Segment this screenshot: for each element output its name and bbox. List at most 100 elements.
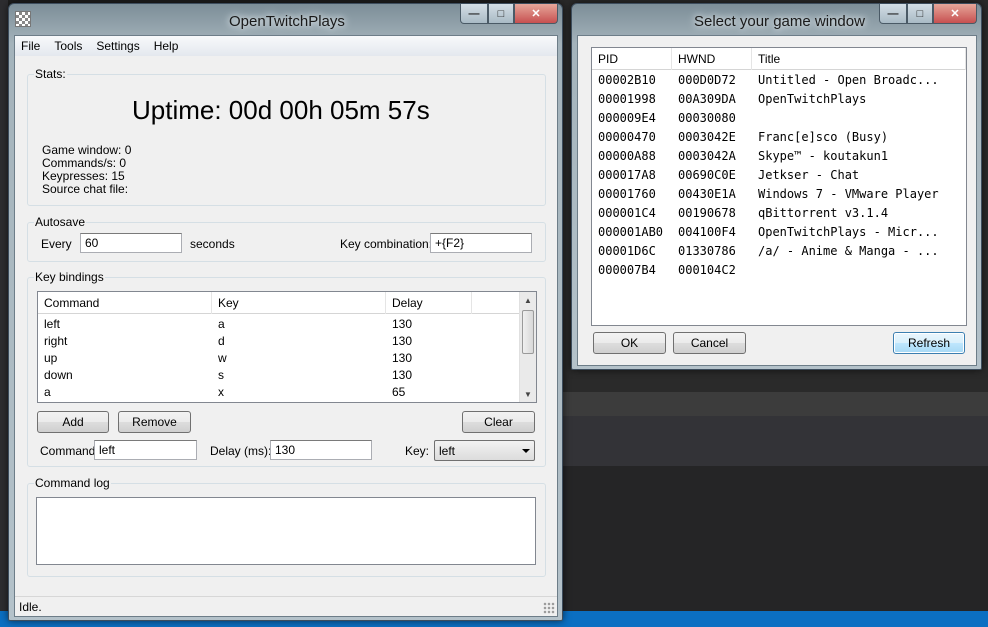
cancel-button[interactable]: Cancel bbox=[673, 332, 746, 354]
every-label: Every bbox=[41, 237, 72, 251]
column-pid[interactable]: PID bbox=[592, 48, 672, 70]
window-row[interactable]: 00001D6C 01330786 /a/ - Anime & Manga - … bbox=[592, 243, 966, 262]
binding-command: down bbox=[44, 368, 73, 382]
app-icon[interactable] bbox=[15, 11, 31, 27]
window-title: qBittorrent v3.1.4 bbox=[758, 206, 889, 220]
refresh-button[interactable]: Refresh bbox=[893, 332, 965, 354]
command-field[interactable]: left bbox=[94, 440, 197, 460]
binding-key: x bbox=[218, 385, 224, 399]
commands-per-sec-stat: Commands/s: 0 bbox=[42, 156, 127, 170]
window-pid: 00001760 bbox=[598, 187, 656, 201]
scroll-thumb[interactable] bbox=[522, 310, 534, 354]
column-filler bbox=[472, 292, 520, 314]
minimize-button[interactable]: — bbox=[879, 4, 907, 24]
key-bindings-scrollbar[interactable]: ▲ ▼ bbox=[519, 292, 536, 402]
window-pid: 000017A8 bbox=[598, 168, 656, 182]
binding-key: d bbox=[218, 334, 225, 348]
autosave-interval-field[interactable]: 60 bbox=[80, 233, 182, 253]
window-title: Untitled - Open Broadc... bbox=[758, 73, 939, 87]
window-hwnd: 00190678 bbox=[678, 206, 736, 220]
menu-tools[interactable]: Tools bbox=[54, 39, 82, 53]
key-bindings-header: Command Key Delay bbox=[38, 292, 520, 314]
binding-key: a bbox=[218, 317, 225, 331]
key-field-label: Key: bbox=[405, 444, 430, 458]
window-row[interactable]: 000001AB0 004100F4 OpenTwitchPlays - Mic… bbox=[592, 224, 966, 243]
window-hwnd: 00030080 bbox=[678, 111, 736, 125]
column-title[interactable]: Title bbox=[752, 48, 966, 70]
window-row[interactable]: 00001760 00430E1A Windows 7 - VMware Pla… bbox=[592, 186, 966, 205]
window-title: Skype™ - koutakun1 bbox=[758, 149, 889, 163]
window-hwnd: 00430E1A bbox=[678, 187, 736, 201]
key-select[interactable]: left bbox=[434, 440, 535, 461]
window-title: OpenTwitchPlays - Micr... bbox=[758, 225, 939, 239]
desktop-left-strip bbox=[0, 0, 8, 627]
key-bindings-label: Key bindings bbox=[34, 270, 105, 284]
remove-binding-button[interactable]: Remove bbox=[118, 411, 191, 433]
command-log-textarea[interactable] bbox=[36, 497, 536, 565]
binding-key: s bbox=[218, 368, 224, 382]
window-row[interactable]: 000001C4 00190678 qBittorrent v3.1.4 bbox=[592, 205, 966, 224]
binding-command: a bbox=[44, 385, 51, 399]
window-row[interactable]: 00000470 0003042E Franc[e]sco (Busy) bbox=[592, 129, 966, 148]
binding-row[interactable]: a x 65 bbox=[38, 384, 472, 401]
scroll-down-arrow-icon[interactable]: ▼ bbox=[520, 386, 536, 402]
key-combination-field[interactable]: +{F2} bbox=[430, 233, 532, 253]
key-bindings-group: Key bindings Command Key Delay left a 13… bbox=[27, 270, 546, 467]
window-pid: 000009E4 bbox=[598, 111, 656, 125]
binding-delay: 130 bbox=[392, 334, 413, 348]
menu-file[interactable]: File bbox=[21, 39, 40, 53]
select-titlebar[interactable]: Select your game window — □ ✕ bbox=[572, 4, 981, 34]
binding-row[interactable]: up w 130 bbox=[38, 350, 472, 367]
column-command[interactable]: Command bbox=[38, 292, 212, 314]
status-text: Idle. bbox=[19, 600, 42, 614]
window-pid: 00002B10 bbox=[598, 73, 656, 87]
column-key[interactable]: Key bbox=[212, 292, 386, 314]
uptime-display: Uptime: 00d 00h 05m 57s bbox=[132, 95, 430, 125]
window-hwnd: 004100F4 bbox=[678, 225, 736, 239]
window-row[interactable]: 000009E4 00030080 bbox=[592, 110, 966, 129]
binding-key: w bbox=[218, 351, 227, 365]
window-row[interactable]: 000017A8 00690C0E Jetkser - Chat bbox=[592, 167, 966, 186]
menu-bar: File Tools Settings Help bbox=[15, 36, 557, 56]
window-hwnd: 0003042A bbox=[678, 149, 736, 163]
key-bindings-list[interactable]: Command Key Delay left a 130 right d 130… bbox=[37, 291, 537, 403]
command-field-label: Command: bbox=[40, 444, 99, 458]
window-title bbox=[752, 262, 966, 281]
delay-field-label: Delay (ms): bbox=[210, 444, 272, 458]
binding-row[interactable]: down s 130 bbox=[38, 367, 472, 384]
clear-bindings-button[interactable]: Clear bbox=[462, 411, 535, 433]
windows-list[interactable]: PID HWND Title 00002B10 000D0D72 Untitle… bbox=[591, 47, 967, 326]
delay-field[interactable]: 130 bbox=[270, 440, 372, 460]
menu-help[interactable]: Help bbox=[154, 39, 179, 53]
window-row[interactable]: 00002B10 000D0D72 Untitled - Open Broadc… bbox=[592, 72, 966, 91]
window-row[interactable]: 00001998 00A309DA OpenTwitchPlays bbox=[592, 91, 966, 110]
menu-settings[interactable]: Settings bbox=[96, 39, 139, 53]
window-title: Windows 7 - VMware Player bbox=[758, 187, 939, 201]
binding-delay: 130 bbox=[392, 351, 413, 365]
game-window-stat: Game window: 0 bbox=[42, 143, 132, 157]
scroll-up-arrow-icon[interactable]: ▲ bbox=[520, 292, 536, 308]
ok-button[interactable]: OK bbox=[593, 332, 666, 354]
add-binding-button[interactable]: Add bbox=[37, 411, 109, 433]
resize-grip-icon[interactable] bbox=[543, 602, 555, 614]
stats-label: Stats: bbox=[34, 67, 67, 81]
window-pid: 00000A88 bbox=[598, 149, 656, 163]
close-button[interactable]: ✕ bbox=[933, 4, 977, 24]
close-button[interactable]: ✕ bbox=[514, 4, 558, 24]
column-delay[interactable]: Delay bbox=[386, 292, 472, 314]
window-row[interactable]: 00000A88 0003042A Skype™ - koutakun1 bbox=[592, 148, 966, 167]
maximize-button[interactable]: □ bbox=[488, 4, 514, 24]
column-hwnd[interactable]: HWND bbox=[672, 48, 752, 70]
autosave-label: Autosave bbox=[34, 215, 87, 229]
binding-row[interactable]: right d 130 bbox=[38, 333, 472, 350]
background-editor-output bbox=[560, 466, 988, 611]
main-window-title: OpenTwitchPlays bbox=[229, 13, 345, 30]
binding-row[interactable]: left a 130 bbox=[38, 316, 472, 333]
minimize-button[interactable]: — bbox=[460, 4, 488, 24]
main-titlebar[interactable]: OpenTwitchPlays — □ ✕ bbox=[9, 4, 562, 34]
status-bar: Idle. bbox=[15, 596, 557, 616]
window-title: OpenTwitchPlays bbox=[758, 92, 867, 106]
maximize-button[interactable]: □ bbox=[907, 4, 933, 24]
command-log-label: Command log bbox=[34, 476, 111, 490]
window-row[interactable]: 000007B4 000104C2 bbox=[592, 262, 966, 281]
